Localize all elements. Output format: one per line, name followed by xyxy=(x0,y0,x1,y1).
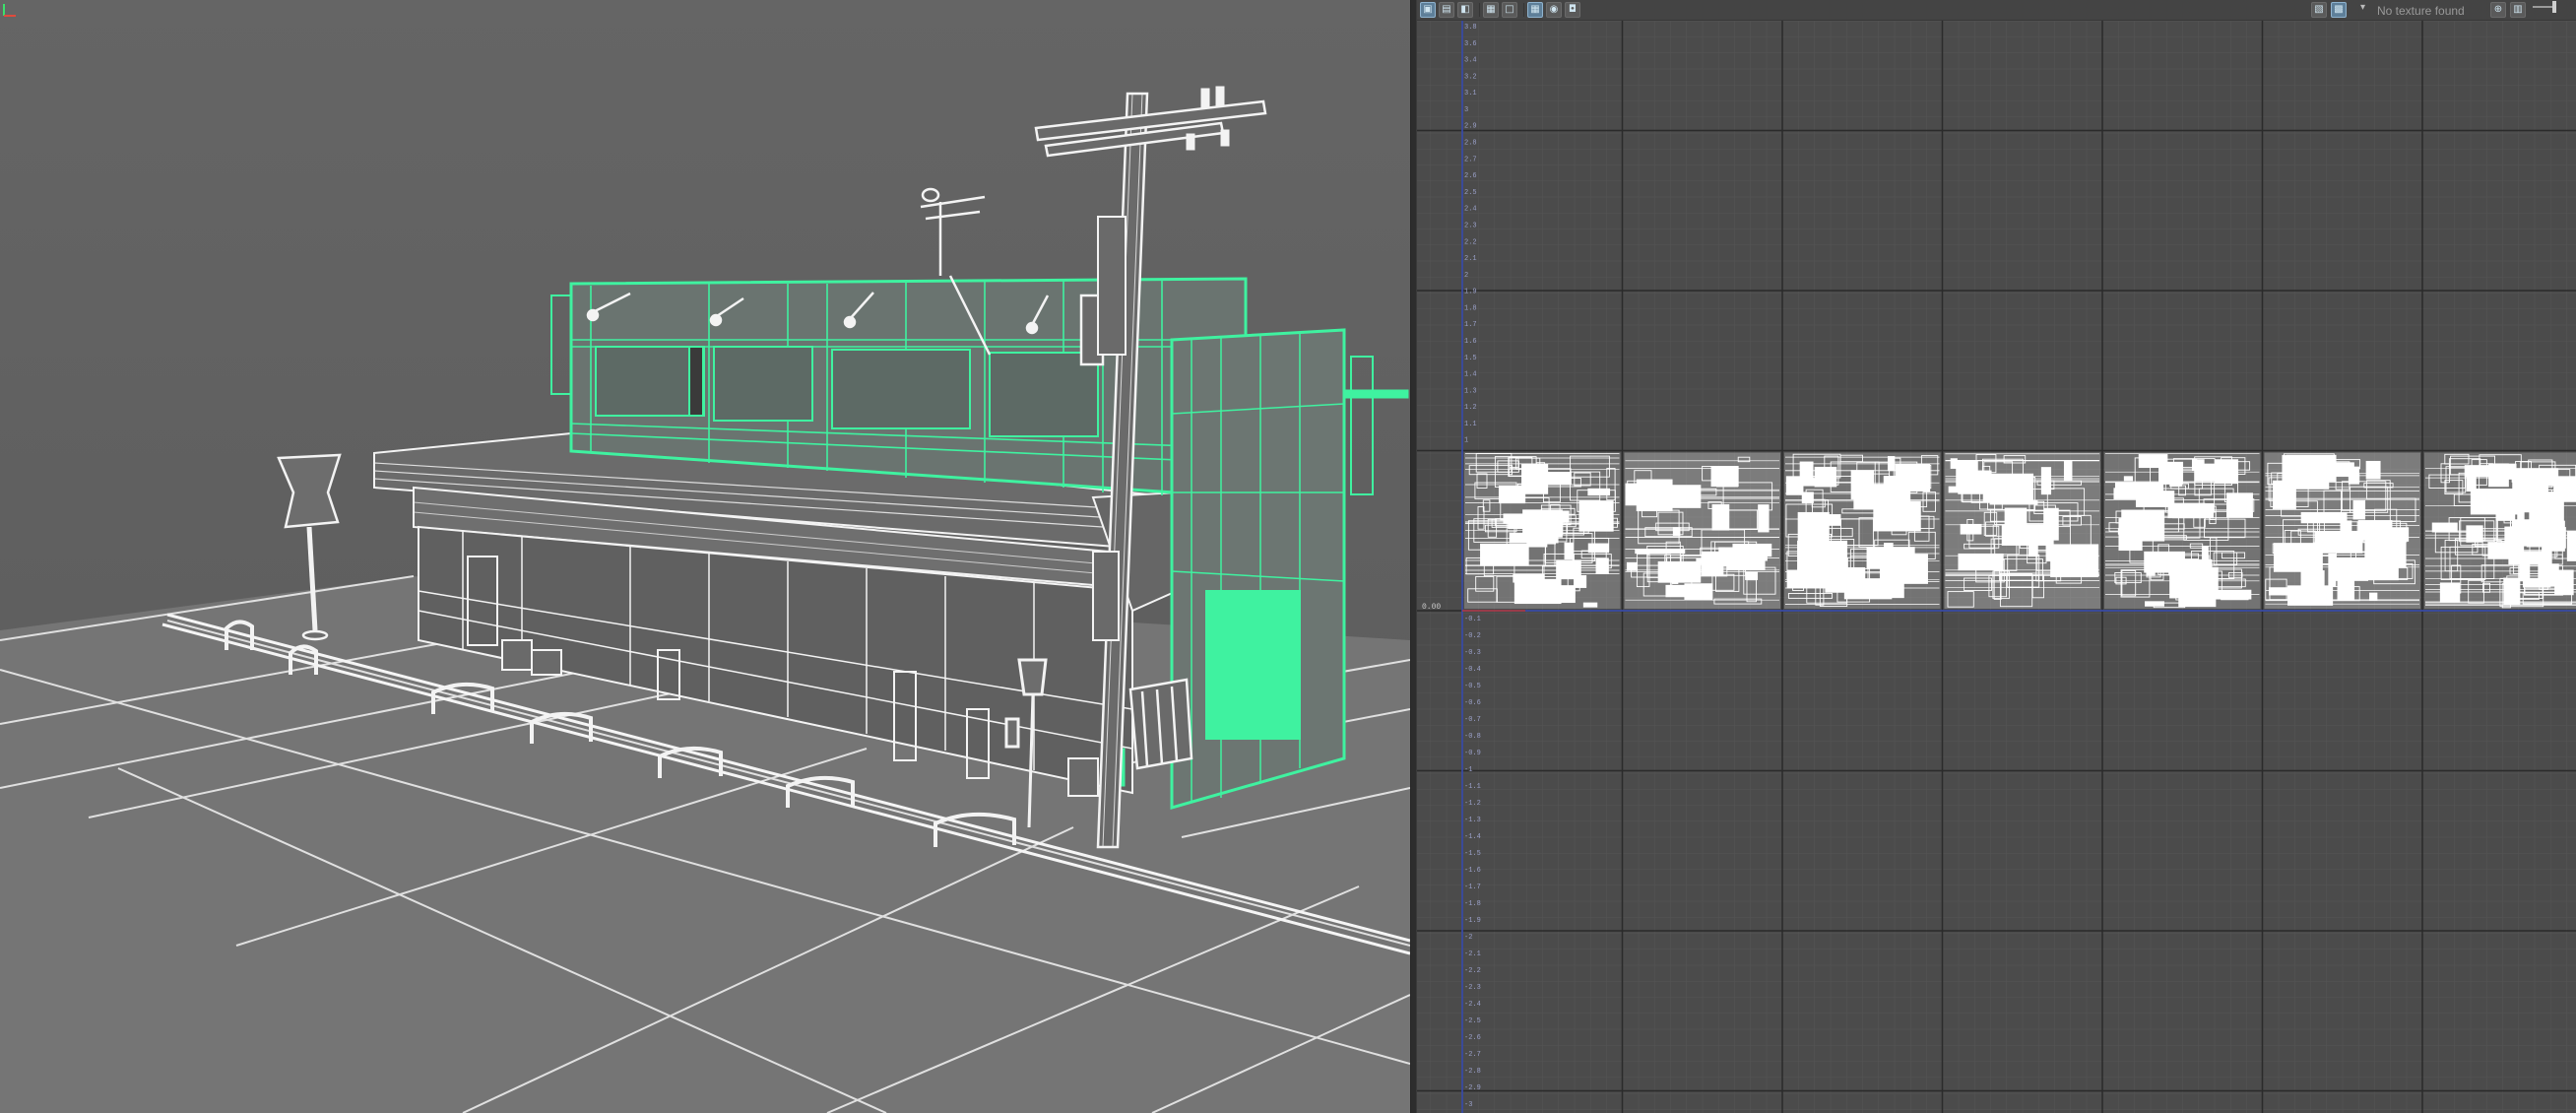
uv-options-icon[interactable]: ▥ xyxy=(2510,2,2526,18)
uv-tick-label: 2.2 xyxy=(1464,238,1477,246)
uv-tick-label: -2.2 xyxy=(1464,967,1481,975)
uv-tile xyxy=(2104,452,2261,609)
uv-tick-label: 3.6 xyxy=(1464,40,1477,48)
uv-dropdown-icon[interactable]: ▾ xyxy=(2360,2,2365,13)
uv-tick-label: -1.8 xyxy=(1464,900,1481,908)
uv-tick-label: -0.8 xyxy=(1464,733,1481,741)
uv-tick-label: 1.6 xyxy=(1464,338,1477,346)
uv-origin-label: 0.00 xyxy=(1422,603,1441,612)
uv-tick-label: -1.4 xyxy=(1464,833,1481,841)
uv-toolbar: ▣ ▤ ◧ ▦ □ ▦ ◉ ◘ ▧ ▩ ▾ No texture found ⊕… xyxy=(1417,0,2576,21)
uv-tick-label: 3.2 xyxy=(1464,73,1477,81)
uv-tick-label: -1.1 xyxy=(1464,783,1481,791)
uv-tick-label: 2.8 xyxy=(1464,140,1477,148)
maya-workspace: ▣ ▤ ◧ ▦ □ ▦ ◉ ◘ ▧ ▩ ▾ No texture found ⊕… xyxy=(0,0,2576,1113)
uv-tile xyxy=(1624,452,1780,609)
uv-camera-icon[interactable]: ◘ xyxy=(1565,2,1580,18)
uv-tick-label: -2.7 xyxy=(1464,1051,1481,1059)
texture-status-label: No texture found xyxy=(2377,4,2465,18)
uv-tick-label: -1.9 xyxy=(1464,917,1481,925)
uv-tick-label: 1.3 xyxy=(1464,387,1477,395)
uv-grid-icon[interactable]: ▦ xyxy=(1483,2,1499,18)
uv-tick-label: 1.9 xyxy=(1464,289,1477,296)
uv-tick-label: 3.1 xyxy=(1464,90,1477,98)
uv-tick-label: -2.1 xyxy=(1464,950,1481,958)
uv-tick-label: -2.3 xyxy=(1464,984,1481,992)
uv-select-icon[interactable]: ▣ xyxy=(1420,2,1436,18)
uv-tick-label: -0.3 xyxy=(1464,649,1481,657)
uv-shell-icon[interactable]: ▦ xyxy=(1527,2,1543,18)
uv-unfold-icon[interactable]: ◧ xyxy=(1457,2,1473,18)
uv-tick-label: -2.4 xyxy=(1464,1001,1481,1009)
uv-tick-label: 2.6 xyxy=(1464,172,1477,180)
uv-tick-label: 2.5 xyxy=(1464,189,1477,197)
uv-tile-row xyxy=(1464,452,2576,609)
uv-tick-label: -0.5 xyxy=(1464,683,1481,690)
panel-splitter[interactable] xyxy=(1410,0,1417,1113)
viewport-scene xyxy=(0,0,1410,1113)
axis-gizmo-icon xyxy=(3,4,16,17)
uv-tick-label: 2.7 xyxy=(1464,156,1477,164)
uv-tile xyxy=(1944,452,2100,609)
uv-tick-label: 2.9 xyxy=(1464,123,1477,131)
perspective-viewport[interactable] xyxy=(0,0,1410,1113)
uv-tick-label: -1.7 xyxy=(1464,884,1481,891)
uv-tick-label: -0.1 xyxy=(1464,616,1481,623)
uv-tick-label: -0.2 xyxy=(1464,632,1481,640)
uv-tick-label: -1.3 xyxy=(1464,817,1481,824)
uv-tick-label: 1.5 xyxy=(1464,355,1477,362)
uv-tick-label: 1 xyxy=(1464,437,1468,445)
exposure-slider[interactable] xyxy=(2533,6,2552,8)
trash-bin[interactable] xyxy=(1128,678,1193,770)
uv-tick-label: 1.4 xyxy=(1464,371,1477,379)
uv-snap-icon[interactable]: ⊕ xyxy=(2490,2,2506,18)
uv-tile xyxy=(1784,452,1941,609)
uv-layout-icon[interactable]: ▤ xyxy=(1439,2,1454,18)
uv-tick-label: 3 xyxy=(1464,106,1468,114)
uv-tick-label: -0.7 xyxy=(1464,716,1481,724)
uv-frame-icon[interactable]: □ xyxy=(1502,2,1517,18)
uv-canvas[interactable]: 0.00 3.8 3.6 3.4 3.2 3.1 3 2.9 2.8 2.7 2.6 2.5 2.4 2… xyxy=(1417,21,2576,1113)
uv-checker-icon[interactable]: ◉ xyxy=(1546,2,1562,18)
uv-image-icon[interactable]: ▧ xyxy=(2311,2,2327,18)
uv-tick-label: 1.7 xyxy=(1464,321,1477,329)
toolbar-divider xyxy=(1479,3,1480,17)
uv-tick-label: 2.1 xyxy=(1464,255,1477,263)
uv-tick-label: -2.6 xyxy=(1464,1034,1481,1042)
uv-tick-label: -1.5 xyxy=(1464,850,1481,858)
uv-tile xyxy=(2264,452,2420,609)
uv-tick-label: -1 xyxy=(1464,766,1472,774)
uv-tick-label: 2.4 xyxy=(1464,206,1477,214)
uv-tick-label: -0.9 xyxy=(1464,750,1481,757)
uv-tick-label: -1.6 xyxy=(1464,867,1481,875)
uv-tick-label: -2.8 xyxy=(1464,1068,1481,1076)
uv-tile xyxy=(1464,452,1621,609)
uv-tick-label: -2.9 xyxy=(1464,1084,1481,1092)
uv-editor-panel[interactable]: ▣ ▤ ◧ ▦ □ ▦ ◉ ◘ ▧ ▩ ▾ No texture found ⊕… xyxy=(1417,0,2576,1113)
uv-tick-label: -0.4 xyxy=(1464,666,1481,674)
uv-display-icon[interactable]: ▩ xyxy=(2331,2,2347,18)
uv-tick-label: -2 xyxy=(1464,934,1472,942)
uv-tick-label: 1.8 xyxy=(1464,304,1477,312)
uv-tick-label: -2.5 xyxy=(1464,1017,1481,1025)
uv-tick-label: 3.8 xyxy=(1464,24,1477,32)
uv-tile xyxy=(2424,452,2576,609)
uv-tick-label: 2.3 xyxy=(1464,223,1477,230)
toolbar-divider xyxy=(1523,3,1524,17)
uv-tick-label: 1.1 xyxy=(1464,421,1477,428)
uv-tick-label: -0.6 xyxy=(1464,699,1481,707)
uv-tick-label: -1.2 xyxy=(1464,800,1481,808)
exposure-slider-handle[interactable] xyxy=(2552,1,2556,13)
uv-tick-label: 2 xyxy=(1464,272,1468,280)
uv-tick-label: -3 xyxy=(1464,1101,1472,1109)
uv-tick-label: 1.2 xyxy=(1464,404,1477,412)
uv-tick-label: 3.4 xyxy=(1464,57,1477,65)
